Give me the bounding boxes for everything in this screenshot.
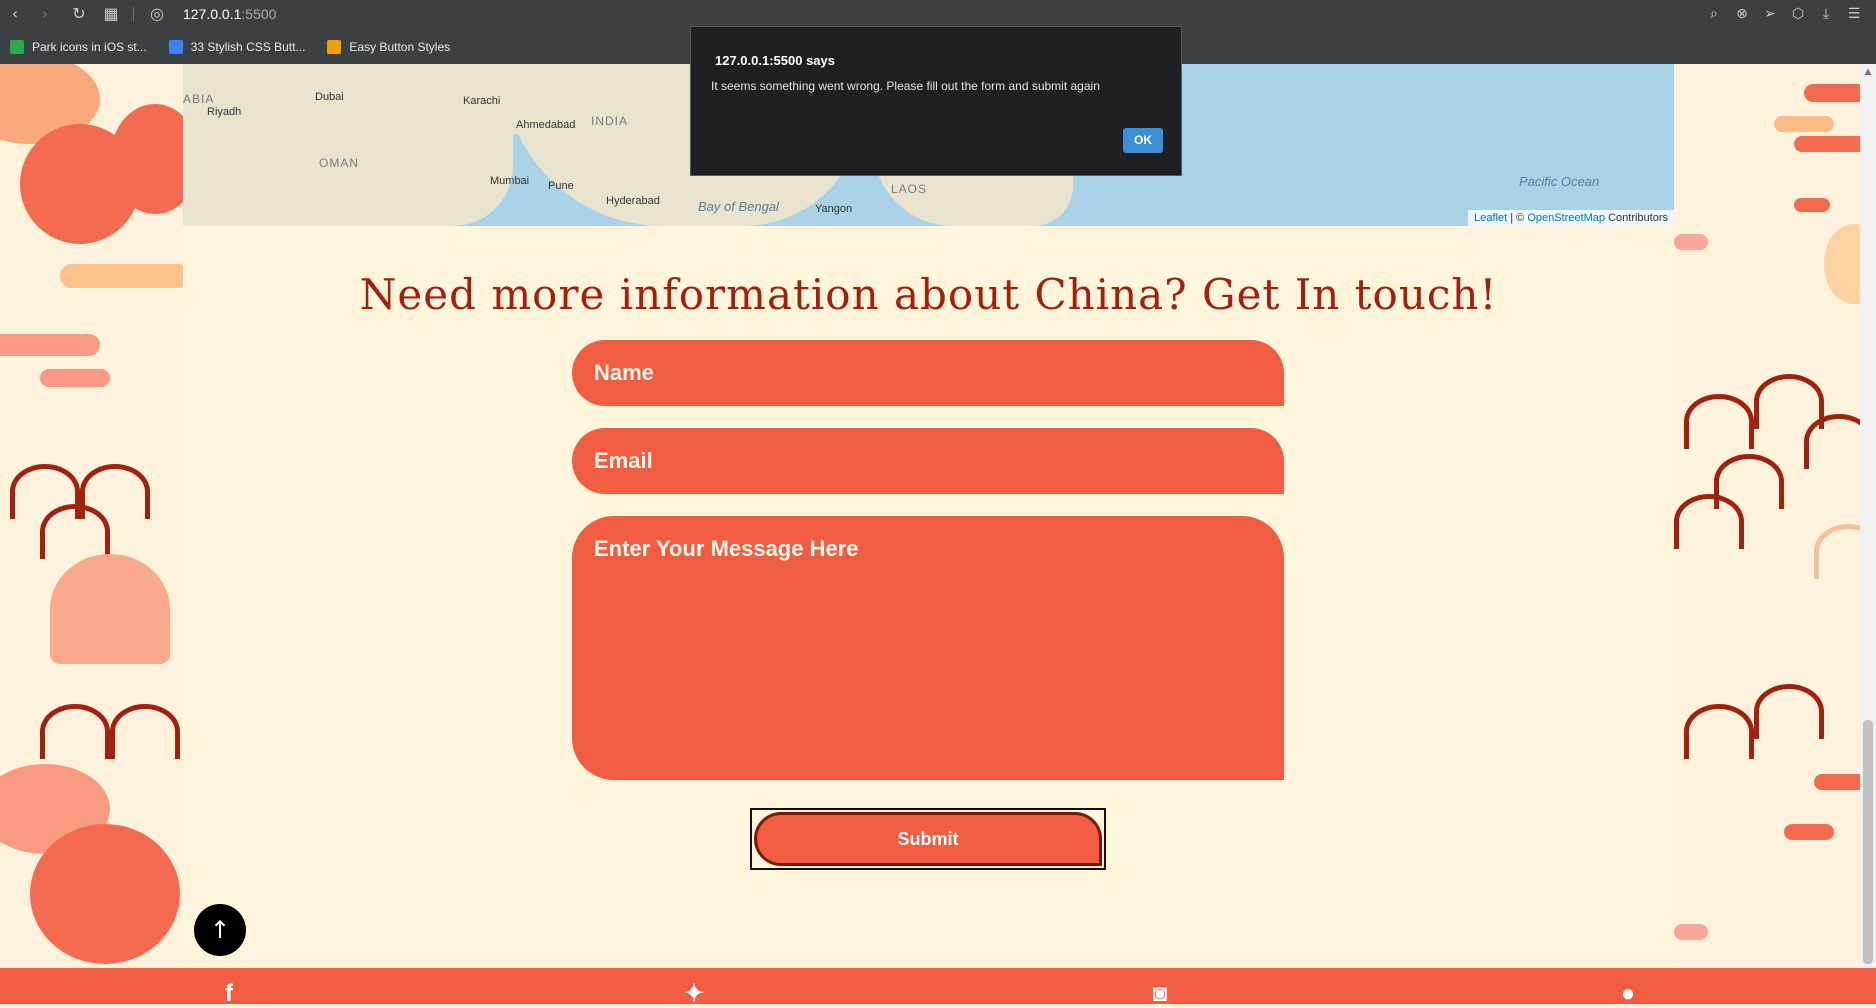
bookmarks-bar: Park icons in iOS st... 33 Stylish CSS B…: [0, 36, 462, 58]
url-host: 127.0.0.1: [183, 6, 242, 22]
map-label: Ahmedabad: [516, 119, 576, 131]
scroll-up-arrow-icon[interactable]: ▲: [1862, 66, 1874, 78]
map-label: Bay of Bengal: [698, 199, 779, 214]
pill-shape: [1674, 234, 1708, 250]
bookmark-item[interactable]: Easy Button Styles: [327, 40, 450, 54]
alert-ok-button[interactable]: OK: [1123, 128, 1163, 153]
scallop-shape: [40, 504, 110, 559]
mountain-shape: [50, 554, 170, 664]
map-label: INDIA: [591, 114, 629, 128]
alert-message: It seems something went wrong. Please fi…: [711, 79, 1100, 93]
forward-icon[interactable]: ›: [36, 5, 54, 23]
submit-button[interactable]: Submit: [754, 812, 1102, 866]
leaflet-link[interactable]: Leaflet: [1474, 212, 1507, 224]
scallop-shape: [1804, 414, 1860, 469]
pill-shape: [60, 264, 183, 288]
bookmark-icon: [327, 40, 342, 54]
navigation-row: ‹ › ↻ ▦ ◎ 127.0.0.1:5500 ⌕ ⊗ ➢ ⬡ ⤓ ☰: [0, 0, 1876, 28]
pill-shape: [40, 369, 110, 387]
attribution-contributors: Contributors: [1608, 212, 1668, 224]
map-label: Riyadh: [207, 106, 242, 118]
message-placeholder: Enter Your Message Here: [594, 536, 859, 561]
left-decoration: [0, 64, 183, 968]
tabs-grid-icon[interactable]: ▦: [102, 5, 120, 23]
address-bar[interactable]: 127.0.0.1:5500: [183, 5, 276, 23]
cloud-shape: [30, 824, 180, 964]
menu-icon[interactable]: ☰: [1844, 4, 1864, 24]
scallop-shape: [1684, 394, 1754, 449]
map-label: Pune: [548, 180, 574, 192]
name-placeholder: Name: [594, 360, 654, 385]
alert-dialog: 127.0.0.1:5500 says It seems something w…: [690, 26, 1182, 176]
cloud-shape: [1824, 224, 1860, 304]
map-label: Karachi: [463, 95, 501, 107]
map-label: Mumbai: [490, 175, 530, 187]
bookmark-icon: [168, 40, 183, 54]
pill-shape: [1804, 84, 1860, 102]
map-label: OMAN: [319, 156, 359, 170]
pill-shape: [1794, 198, 1830, 212]
toolbar-actions: ⌕ ⊗ ➢ ⬡ ⤓ ☰: [1704, 4, 1864, 24]
attribution-separator: | ©: [1510, 212, 1525, 224]
map-label: Pacific Ocean: [1519, 174, 1600, 189]
scallop-shape: [1814, 524, 1860, 579]
pill-shape: [1794, 136, 1860, 152]
scallop-shape: [1754, 684, 1824, 739]
cube-icon[interactable]: ⬡: [1788, 4, 1808, 24]
url-port: :5500: [241, 6, 277, 22]
back-icon[interactable]: ‹: [6, 5, 24, 23]
right-decoration: [1674, 64, 1860, 968]
email-placeholder: Email: [594, 448, 653, 473]
alert-title: 127.0.0.1:5500 says: [715, 53, 835, 68]
pill-shape: [1674, 924, 1708, 940]
reload-icon[interactable]: ↻: [70, 5, 88, 23]
openstreetmap-link[interactable]: OpenStreetMap: [1527, 212, 1605, 224]
bookmark-icon: [10, 40, 24, 54]
pill-shape: [0, 334, 100, 356]
name-input[interactable]: Name: [572, 340, 1284, 406]
map-label: Yangon: [815, 203, 853, 215]
bookmark-item[interactable]: 33 Stylish CSS Butt...: [168, 40, 306, 54]
map-label: ABIA: [183, 92, 215, 106]
bookmark-label: Easy Button Styles: [349, 40, 451, 54]
pill-shape: [1814, 774, 1860, 790]
scallop-shape: [1684, 704, 1754, 759]
map-label: Hyderabad: [606, 195, 660, 207]
pill-shape: [1784, 824, 1834, 840]
map-label: Dubai: [315, 91, 344, 103]
divider: [133, 7, 134, 21]
footer-bar: f ✦ ◙ ●: [0, 968, 1876, 1007]
scallop-shape: [40, 704, 110, 759]
arrow-up-icon: ↑: [209, 916, 231, 944]
email-input[interactable]: Email: [572, 428, 1284, 494]
submit-button-outline: Submit: [750, 808, 1106, 870]
bookmark-item[interactable]: Park icons in iOS st...: [10, 40, 147, 54]
message-textarea[interactable]: Enter Your Message Here: [572, 516, 1284, 780]
map-attribution: Leaflet | © OpenStreetMap Contributors: [1468, 210, 1674, 226]
scallop-shape: [1674, 494, 1744, 549]
pill-shape: [1774, 116, 1834, 132]
block-icon[interactable]: ⊗: [1732, 4, 1752, 24]
map-label: LAOS: [891, 182, 928, 196]
bookmark-label: Park icons in iOS st...: [32, 40, 147, 54]
zoom-icon[interactable]: ⌕: [1704, 4, 1724, 24]
scrollbar-thumb[interactable]: [1863, 720, 1873, 964]
download-icon[interactable]: ⤓: [1816, 4, 1836, 24]
scallop-shape: [110, 704, 180, 759]
bookmark-label: 33 Stylish CSS Butt...: [190, 40, 306, 54]
contact-heading: Need more information about China? Get I…: [359, 270, 1498, 319]
send-icon[interactable]: ➢: [1760, 4, 1780, 24]
globe-icon: ◎: [150, 4, 164, 23]
scroll-to-top-button[interactable]: ↑: [194, 904, 246, 956]
scallop-shape: [1754, 374, 1824, 429]
